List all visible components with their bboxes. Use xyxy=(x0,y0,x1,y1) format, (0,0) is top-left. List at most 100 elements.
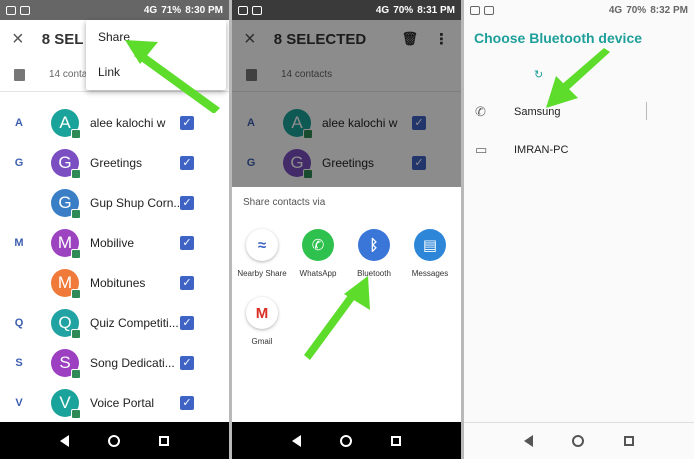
status-bar: 4G 71% 8:30 PM xyxy=(0,0,229,20)
checkbox-checked-icon[interactable]: ✓ xyxy=(180,236,194,250)
avatar: M xyxy=(51,229,81,259)
laptop-icon: ▭ xyxy=(475,142,488,157)
selection-title: 8 SEL xyxy=(41,30,84,48)
contact-badge-icon xyxy=(71,409,81,419)
share-target-0[interactable]: ≈ Nearby Share xyxy=(234,229,290,278)
share-target-label: WhatsApp xyxy=(299,269,337,278)
gmail-icon: M xyxy=(246,297,278,329)
camera-notification-icon xyxy=(20,5,30,15)
share-target-3[interactable]: ▤ Messages xyxy=(402,229,458,278)
avatar-initial: G xyxy=(58,193,72,212)
network-label: 4G xyxy=(608,4,623,16)
bluetooth-device-row[interactable]: ▭ IMRAN-PC xyxy=(464,132,694,168)
contact-badge-icon xyxy=(71,369,81,379)
contact-name: Song Dedicati... xyxy=(90,356,175,370)
overflow-menu: Share Link xyxy=(86,20,226,90)
camera-notification-icon xyxy=(484,5,494,15)
gallery-notification-icon xyxy=(470,5,480,15)
back-icon[interactable] xyxy=(59,434,69,447)
contact-row[interactable]: Q Q Quiz Competiti... ✓ xyxy=(0,303,229,343)
battery-level: 70% xyxy=(626,4,647,16)
device-name: Samsung xyxy=(514,106,561,118)
checkbox-checked-icon[interactable]: ✓ xyxy=(180,196,194,210)
messages-icon: ▤ xyxy=(414,229,446,261)
contact-name: alee kalochi w xyxy=(90,116,166,130)
avatar: M xyxy=(51,269,81,299)
app-glyph: ▤ xyxy=(422,237,438,254)
gallery-notification-icon xyxy=(6,5,16,15)
contact-row[interactable]: G Gup Shup Corn... ✓ xyxy=(0,183,229,223)
avatar-initial: A xyxy=(59,113,71,132)
share-target-label: Nearby Share xyxy=(237,269,287,278)
contacts-selection-panel: 4G 71% 8:30 PM × 8 SEL 14 conta A Aalee k… xyxy=(0,0,229,459)
share-target-4[interactable]: M Gmail xyxy=(234,297,290,346)
battery-level: 71% xyxy=(161,4,182,16)
contact-badge-icon xyxy=(71,249,81,259)
contact-row[interactable]: S S Song Dedicati... ✓ xyxy=(0,343,229,383)
dim-overlay[interactable] xyxy=(232,20,461,187)
contact-row[interactable]: M Mobitunes ✓ xyxy=(0,263,229,303)
phone-icon: ✆ xyxy=(475,104,486,119)
avatar: V xyxy=(51,389,81,419)
network-label: 4G xyxy=(375,4,390,16)
checkbox-checked-icon[interactable]: ✓ xyxy=(180,276,194,290)
section-letter: G xyxy=(14,157,24,169)
close-icon[interactable]: × xyxy=(12,28,24,51)
checkbox-checked-icon[interactable]: ✓ xyxy=(180,116,194,130)
avatar: Q xyxy=(51,309,81,339)
menu-item-link[interactable]: Link xyxy=(86,55,226,90)
share-sheet-panel: 4G 70% 8:31 PM × 8 SELECTED 🗑 ⋮ 14 conta… xyxy=(232,0,461,459)
contacts-count: 14 conta xyxy=(49,69,88,80)
contact-badge-icon xyxy=(71,209,81,219)
contact-row[interactable]: G G Greetings ✓ xyxy=(0,143,229,183)
share-target-label: Gmail xyxy=(251,337,273,346)
bluetooth-device-row[interactable]: ✆ Samsung xyxy=(464,94,694,130)
nearby-share-icon: ≈ xyxy=(246,229,278,261)
share-target-label: Bluetooth xyxy=(357,269,391,278)
contact-row[interactable]: A Aalee kalochi w ✓ xyxy=(0,103,229,143)
avatar-initial: S xyxy=(59,353,71,372)
bluetooth-icon: ᛒ xyxy=(358,229,390,261)
menu-item-share[interactable]: Share xyxy=(86,20,226,55)
checkbox-checked-icon[interactable]: ✓ xyxy=(180,356,194,370)
section-letter: Q xyxy=(14,317,24,329)
contact-row[interactable]: V V Voice Portal ✓ xyxy=(0,383,229,423)
contact-name: Mobitunes xyxy=(90,276,146,290)
avatar-initial: Q xyxy=(58,313,72,332)
app-glyph: M xyxy=(255,304,269,322)
avatar: G xyxy=(51,149,81,179)
camera-notification-icon xyxy=(252,5,262,15)
home-icon[interactable] xyxy=(107,434,120,447)
refresh-icon[interactable]: ↻ xyxy=(534,68,543,81)
avatar-initial: M xyxy=(57,273,73,292)
checkbox-checked-icon[interactable]: ✓ xyxy=(180,316,194,330)
contact-row[interactable]: M M Mobilive ✓ xyxy=(0,223,229,263)
contact-badge-icon xyxy=(71,129,81,139)
bluetooth-picker-panel: 4G 70% 8:32 PM Choose Bluetooth device ↻… xyxy=(464,0,694,459)
recents-icon[interactable] xyxy=(159,435,170,446)
share-target-1[interactable]: ✆ WhatsApp xyxy=(290,229,346,278)
contact-name: Voice Portal xyxy=(90,396,155,410)
avatar: G xyxy=(51,189,81,219)
home-icon[interactable] xyxy=(339,434,352,447)
clock: 8:32 PM xyxy=(650,4,688,16)
checkbox-checked-icon[interactable]: ✓ xyxy=(180,156,194,170)
avatar-initial: M xyxy=(57,233,73,252)
dialog-title: Choose Bluetooth device xyxy=(474,30,643,46)
checkbox-checked-icon[interactable]: ✓ xyxy=(180,396,194,410)
back-icon[interactable] xyxy=(523,435,533,447)
network-label: 4G xyxy=(143,4,158,16)
share-target-2[interactable]: ᛒ Bluetooth xyxy=(346,229,402,278)
status-bar: 4G 70% 8:32 PM xyxy=(464,0,694,20)
app-glyph: ✆ xyxy=(311,237,325,254)
section-letter: M xyxy=(14,237,24,249)
back-icon[interactable] xyxy=(291,434,301,447)
app-glyph: ᛒ xyxy=(369,236,379,254)
clock: 8:30 PM xyxy=(185,4,223,16)
recents-icon[interactable] xyxy=(624,436,635,446)
home-icon[interactable] xyxy=(572,435,585,447)
nav-bar xyxy=(464,422,694,459)
recents-icon[interactable] xyxy=(391,435,402,446)
avatar-initial: G xyxy=(58,153,72,172)
gallery-notification-icon xyxy=(238,5,248,15)
